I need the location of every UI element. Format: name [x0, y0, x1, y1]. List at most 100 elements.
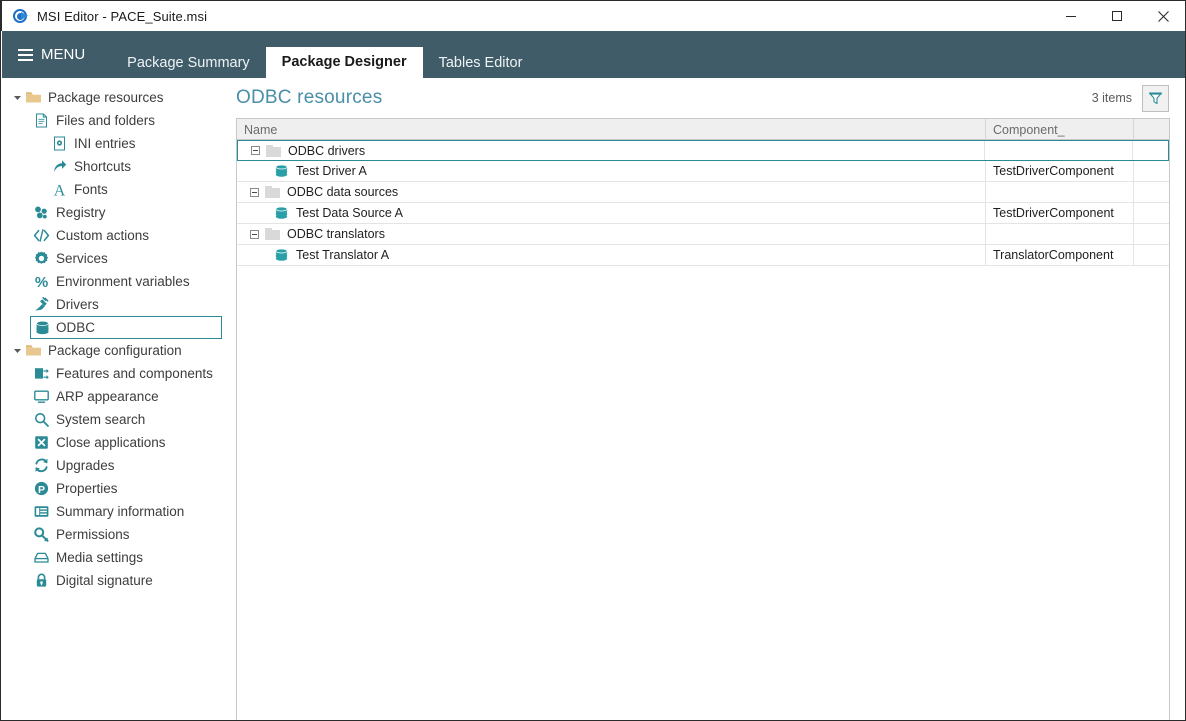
cell-name[interactable]: Test Translator A [237, 245, 986, 265]
table-row[interactable]: Test Translator A TranslatorComponent [237, 245, 1169, 266]
row-component-label: TestDriverComponent [993, 206, 1114, 220]
sidebar-item-services[interactable]: Services [2, 247, 231, 270]
caret-down-icon[interactable] [10, 93, 24, 102]
sidebar-item-label: INI entries [74, 136, 136, 151]
cell-component[interactable] [986, 224, 1134, 244]
sidebar-item-label: Digital signature [56, 573, 153, 588]
close-button[interactable] [1140, 1, 1185, 32]
database-icon [274, 164, 289, 178]
sidebar-item-label: Custom actions [56, 228, 150, 243]
collapse-expander-icon[interactable] [250, 229, 259, 239]
column-header-component[interactable]: Component_ [986, 119, 1134, 140]
items-count-label: 3 items [1091, 91, 1132, 105]
menu-button[interactable]: MENU [2, 31, 99, 78]
hamburger-icon [18, 48, 33, 61]
menu-tab-bar: MENU Package Summary Package Designer Ta… [2, 31, 1185, 78]
database-icon [274, 206, 289, 220]
svg-text:%: % [34, 274, 47, 290]
column-header-spacer[interactable] [1134, 119, 1169, 140]
sidebar-item-label: ARP appearance [56, 389, 159, 404]
sidebar-item-arp-appearance[interactable]: ARP appearance [2, 385, 231, 408]
tab-package-summary[interactable]: Package Summary [111, 48, 266, 78]
cell-name[interactable]: ODBC drivers [238, 141, 986, 160]
filter-button[interactable] [1142, 84, 1169, 112]
sidebar-item-label: Close applications [56, 435, 166, 450]
cell-spacer[interactable] [1134, 203, 1169, 223]
sidebar-item-label: Features and components [56, 366, 213, 381]
sidebar-item-registry[interactable]: Registry [2, 201, 231, 224]
font-a-icon: A [50, 181, 68, 199]
sidebar-item-upgrades[interactable]: Upgrades [2, 454, 231, 477]
cell-component[interactable]: TestDriverComponent [986, 203, 1134, 223]
sidebar-item-summary-information[interactable]: Summary information [2, 500, 231, 523]
cell-spacer[interactable] [1134, 224, 1169, 244]
sidebar-item-features-and-components[interactable]: Features and components [2, 362, 231, 385]
cell-component[interactable]: TestDriverComponent [986, 161, 1134, 181]
cell-component[interactable] [985, 141, 1134, 160]
collapse-expander-icon[interactable] [251, 146, 260, 155]
sidebar-item-label: Registry [56, 205, 106, 220]
cell-name[interactable]: Test Driver A [237, 161, 986, 181]
cell-component[interactable] [986, 182, 1134, 202]
sidebar-item-shortcuts[interactable]: Shortcuts [2, 155, 231, 178]
search-icon [32, 411, 50, 429]
sidebar-item-odbc[interactable]: ODBC [30, 316, 222, 339]
sidebar-item-ini-entries[interactable]: INI entries [2, 132, 231, 155]
tab-package-designer[interactable]: Package Designer [265, 47, 423, 78]
table-row[interactable]: ODBC data sources [237, 182, 1169, 203]
table-row[interactable]: Test Driver A TestDriverComponent [237, 161, 1169, 182]
cell-name[interactable]: ODBC translators [237, 224, 986, 244]
svg-text:A: A [53, 183, 65, 199]
maximize-button[interactable] [1094, 1, 1140, 32]
gear-icon [32, 250, 50, 268]
filter-funnel-icon [1148, 91, 1163, 104]
sidebar-item-environment-variables[interactable]: % Environment variables [2, 270, 231, 293]
sidebar-item-package-resources[interactable]: Package resources [2, 86, 231, 109]
column-header-name[interactable]: Name [237, 119, 986, 140]
document-icon [32, 112, 50, 130]
monitor-icon [32, 388, 50, 406]
collapse-expander-icon[interactable] [250, 187, 259, 197]
percent-icon: % [32, 273, 50, 291]
caret-down-icon[interactable] [10, 346, 24, 355]
cell-spacer[interactable] [1134, 182, 1169, 202]
sidebar-item-package-configuration[interactable]: Package configuration [2, 339, 231, 362]
sidebar-item-drivers[interactable]: Drivers [2, 293, 231, 316]
cell-spacer[interactable] [1134, 161, 1169, 181]
cell-name[interactable]: Test Data Source A [237, 203, 986, 223]
sidebar-item-custom-actions[interactable]: Custom actions [2, 224, 231, 247]
window-title: MSI Editor - PACE_Suite.msi [37, 8, 208, 24]
row-component-label: TranslatorComponent [993, 248, 1114, 262]
cell-component[interactable]: TranslatorComponent [986, 245, 1134, 265]
table-row[interactable]: ODBC drivers [237, 140, 1169, 161]
sidebar-item-fonts[interactable]: A Fonts [2, 178, 231, 201]
title-bar: MSI Editor - PACE_Suite.msi [1, 0, 1185, 32]
sidebar-item-system-search[interactable]: System search [2, 408, 231, 431]
tab-strip: Package Summary Package Designer Tables … [111, 31, 538, 78]
minimize-button[interactable] [1048, 1, 1094, 32]
content-panel: ODBC resources 3 items Name Component_ O… [231, 78, 1185, 720]
sidebar-item-label: ODBC [56, 320, 96, 335]
sidebar-item-label: Properties [56, 481, 118, 496]
code-brackets-icon [32, 227, 50, 245]
sidebar-item-label: Fonts [74, 182, 108, 197]
sidebar-item-properties[interactable]: P Properties [2, 477, 231, 500]
folder-icon [24, 342, 42, 360]
sidebar-item-label: Summary information [56, 504, 185, 519]
cell-spacer[interactable] [1133, 141, 1168, 160]
sidebar-item-close-applications[interactable]: Close applications [2, 431, 231, 454]
sidebar-item-digital-signature[interactable]: Digital signature [2, 569, 231, 592]
refresh-icon [32, 457, 50, 475]
cell-name[interactable]: ODBC data sources [237, 182, 986, 202]
cell-spacer[interactable] [1134, 245, 1169, 265]
sidebar-item-files-and-folders[interactable]: Files and folders [2, 109, 231, 132]
tab-tables-editor[interactable]: Tables Editor [423, 48, 539, 78]
sidebar-item-media-settings[interactable]: Media settings [2, 546, 231, 569]
plug-icon [32, 296, 50, 314]
sidebar-item-label: Files and folders [56, 113, 156, 128]
sidebar-item-permissions[interactable]: Permissions [2, 523, 231, 546]
sidebar-item-label: Package configuration [48, 343, 182, 358]
sidebar-item-label: Media settings [56, 550, 144, 565]
table-row[interactable]: ODBC translators [237, 224, 1169, 245]
table-row[interactable]: Test Data Source A TestDriverComponent [237, 203, 1169, 224]
